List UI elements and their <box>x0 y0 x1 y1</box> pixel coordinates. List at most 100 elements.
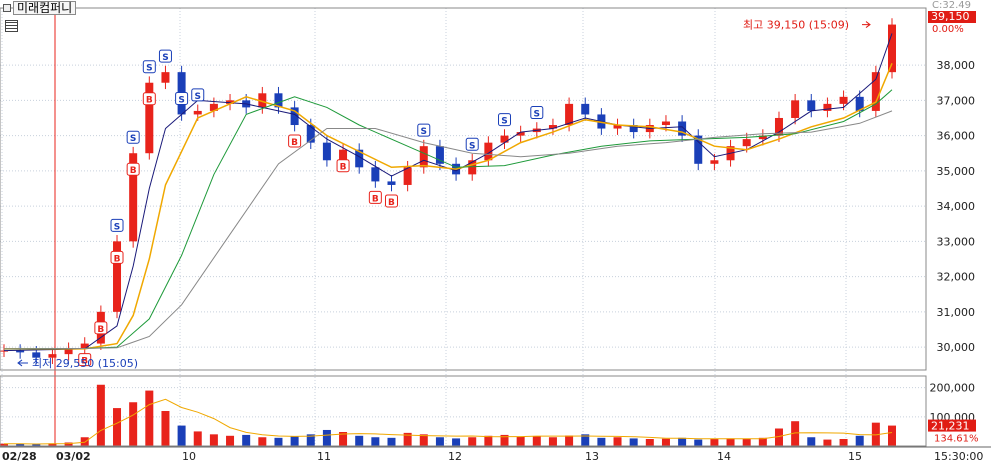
x-tick-label: 12 <box>448 450 462 463</box>
price-bar <box>16 350 25 353</box>
x-tick-label: 14 <box>717 450 731 463</box>
volume-last-value: 21,231 <box>931 420 970 433</box>
sell-signal-letter: S <box>146 64 152 74</box>
volume-bar <box>193 431 202 446</box>
volume-bar <box>661 438 670 446</box>
volume-bar <box>888 425 896 446</box>
price-bar <box>371 167 380 182</box>
y-tick-label: 31,000 <box>937 306 976 319</box>
volume-bar <box>355 435 364 446</box>
price-bar <box>339 149 348 161</box>
price-bar <box>791 100 800 118</box>
volume-bar <box>209 434 218 446</box>
volume-bar <box>839 439 848 446</box>
buy-signal-letter: B <box>291 138 298 148</box>
sell-signal-letter: S <box>421 127 427 137</box>
low-annotation: 최저 29,550 (15:05) <box>32 357 138 370</box>
price-bar <box>387 181 396 185</box>
price-bar <box>322 142 331 161</box>
volume-bar <box>113 408 122 446</box>
price-bar <box>710 160 719 164</box>
sell-signal-letter: S <box>178 95 184 105</box>
volume-tick-label: 200,000 <box>930 382 976 395</box>
price-bar <box>193 110 202 115</box>
sell-signal-letter: S <box>114 222 120 232</box>
volume-ratio: 134.61% <box>934 434 979 445</box>
volume-bar <box>258 437 267 446</box>
volume-bar <box>80 437 89 446</box>
buy-signal-letter: B <box>372 194 379 204</box>
x-tick-label: 11 <box>317 450 331 463</box>
volume-bar <box>548 437 557 446</box>
volume-bar <box>484 435 493 446</box>
x-tick-label: 03/02 <box>56 450 91 463</box>
volume-bar <box>290 436 299 446</box>
volume-bar <box>516 436 525 446</box>
volume-bar <box>629 438 638 446</box>
price-bar <box>661 121 670 126</box>
volume-bar <box>242 434 251 446</box>
buy-signal-letter: B <box>340 163 347 173</box>
volume-bar <box>274 437 283 446</box>
y-tick-label: 32,000 <box>937 271 976 284</box>
y-tick-label: 36,000 <box>937 130 976 143</box>
volume-bar <box>742 438 751 446</box>
volume-bar <box>807 437 816 446</box>
y-tick-label: 38,000 <box>937 59 976 72</box>
volume-bar <box>565 435 574 446</box>
volume-bar <box>645 439 654 446</box>
x-tick-label: 10 <box>182 450 196 463</box>
volume-bar <box>387 437 396 446</box>
x-tick-label: 15 <box>848 450 862 463</box>
volume-bar <box>371 437 380 446</box>
sell-signal-letter: S <box>162 53 168 63</box>
volume-bar <box>226 435 235 446</box>
volume-bar <box>452 438 461 446</box>
price-bar <box>581 103 590 115</box>
price-volume-chart[interactable]: BBBBBBBB BSSSSS SSSSS 38,00037,00036,00035… <box>0 0 991 466</box>
x-tick-label: 02/28 <box>2 450 37 463</box>
volume-bar <box>435 437 444 446</box>
table-icon[interactable] <box>5 20 18 32</box>
price-bar <box>742 139 751 147</box>
buy-signal-letter: B <box>97 325 104 335</box>
x-tick-label: 15:30:00 <box>934 450 983 463</box>
volume-bar <box>129 402 138 446</box>
y-tick-label: 37,000 <box>937 94 976 107</box>
current-price-box: 39,150 <box>928 11 976 23</box>
sell-signal-letter: S <box>534 110 540 120</box>
buy-signal-letter: B <box>146 96 153 106</box>
y-tick-label: 30,000 <box>937 341 976 354</box>
volume-bar <box>468 437 477 446</box>
volume-bar <box>322 429 331 446</box>
sell-signal-letter: S <box>501 117 507 127</box>
sell-signal-letter: S <box>130 134 136 144</box>
price-bar <box>839 96 848 104</box>
volume-bar <box>855 435 864 446</box>
price-bar <box>500 135 509 143</box>
volume-bar <box>823 439 832 446</box>
buy-signal-letter: B <box>130 166 137 176</box>
sell-signal-letter: S <box>195 92 201 102</box>
volume-bar <box>145 390 154 446</box>
stock-chart-window: BBBBBBBBBSSSSSSSSSS 38,000 37,000 36,000 35… <box>0 0 991 466</box>
volume-bar <box>597 437 606 446</box>
sell-signal-letter: S <box>469 141 475 151</box>
stock-title: 미래컴퍼니 <box>13 1 77 15</box>
buy-signal-letter: B <box>388 198 395 208</box>
buy-signal-letter: B <box>114 254 121 264</box>
price-bar <box>807 100 816 111</box>
y-tick-label: 35,000 <box>937 165 976 178</box>
small-square-icon[interactable] <box>3 4 11 12</box>
change-percent: 0.00% <box>932 24 964 35</box>
volume-bar <box>726 438 735 446</box>
x-tick-label: 13 <box>585 450 599 463</box>
volume-bar <box>96 384 105 446</box>
y-tick-label: 33,000 <box>937 235 976 248</box>
price-bar <box>161 72 170 83</box>
volume-bar <box>177 425 186 446</box>
volume-bar <box>694 439 703 446</box>
high-annotation: 최고 39,150 (15:09) <box>743 19 849 32</box>
volume-bar <box>710 439 719 446</box>
volume-bar <box>161 411 170 446</box>
